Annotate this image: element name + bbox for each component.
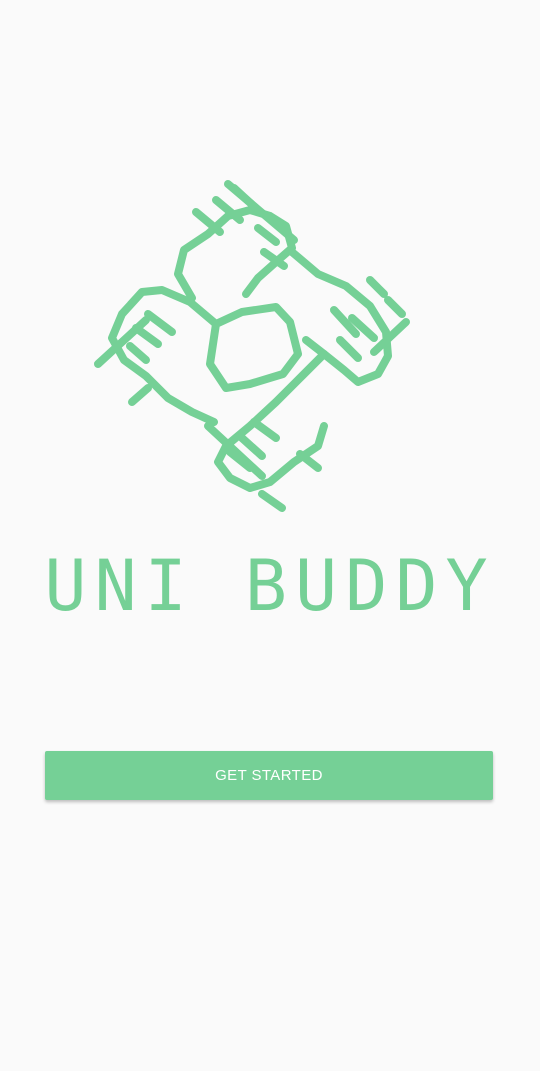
get-started-button[interactable]: GET STARTED xyxy=(45,751,493,800)
helping-hands-icon xyxy=(88,176,428,516)
app-title: UNI BUDDY xyxy=(44,545,496,627)
